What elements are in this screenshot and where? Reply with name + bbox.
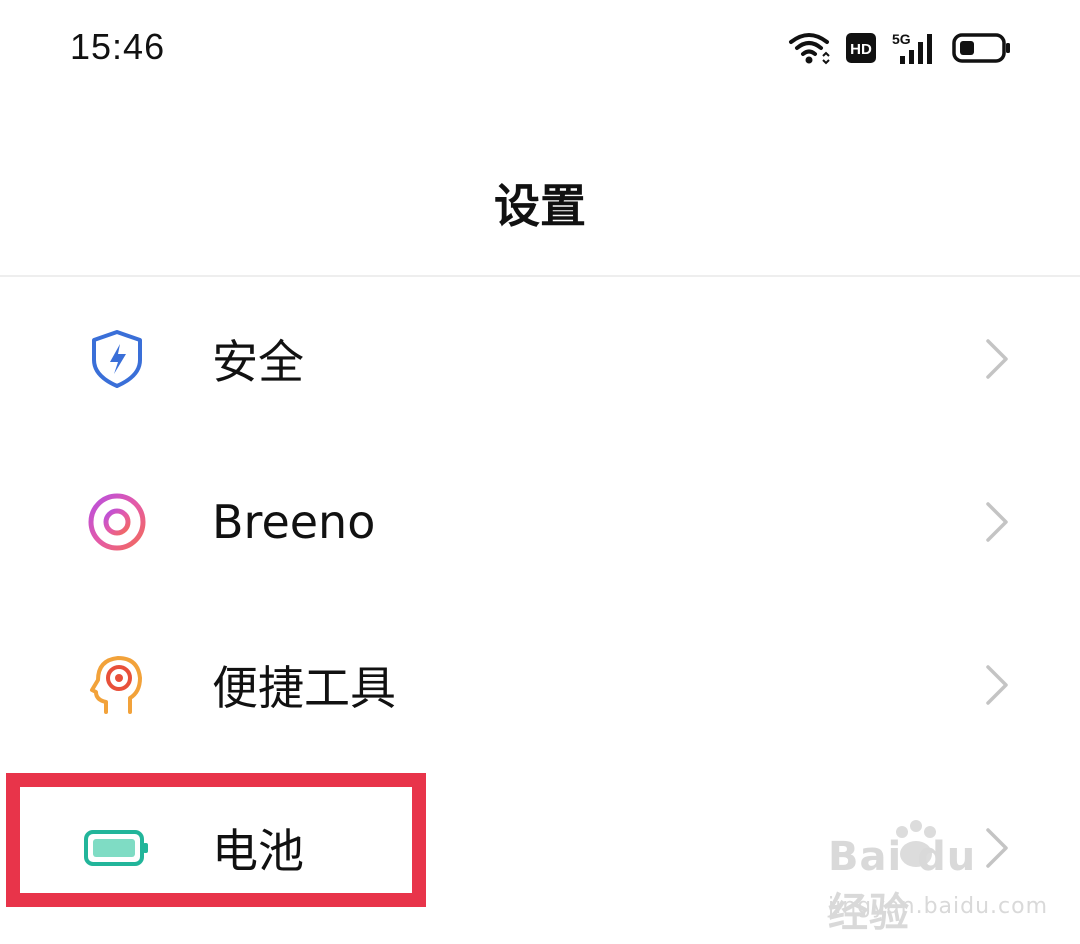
settings-item-label: Breeno [212, 494, 376, 549]
battery-icon [84, 815, 150, 881]
signal-5g-icon: 5G [892, 30, 936, 66]
status-icons: HD 5G [788, 28, 1012, 68]
hd-icon: HD [846, 33, 876, 63]
settings-item-breeno[interactable]: Breeno [0, 440, 1080, 603]
settings-item-label: 安全 [212, 334, 304, 389]
shield-lightning-icon [84, 326, 150, 392]
settings-screen: 15:46 HD 5G 设置 安全 Breeno 便捷工具 电池 Bai du … [0, 0, 1080, 944]
settings-item-convenience-tools[interactable]: 便捷工具 [0, 603, 1080, 766]
settings-item-label: 电池 [212, 823, 304, 878]
chevron-right-icon [984, 337, 1010, 381]
hd-label: HD [850, 41, 872, 58]
network-label: 5G [892, 31, 911, 47]
settings-item-label: 便捷工具 [212, 660, 396, 715]
chevron-right-icon [984, 826, 1010, 870]
chevron-right-icon [984, 663, 1010, 707]
settings-item-battery[interactable]: 电池 [0, 766, 1080, 929]
status-bar: 15:46 HD 5G [0, 0, 1080, 96]
head-target-icon [84, 652, 150, 718]
wifi-icon [788, 30, 830, 66]
settings-item-security[interactable]: 安全 [0, 277, 1080, 440]
battery-status-icon [952, 32, 1012, 64]
status-time: 15:46 [70, 26, 166, 67]
breeno-ring-icon [84, 489, 150, 555]
page-title: 设置 [494, 179, 586, 233]
chevron-right-icon [984, 500, 1010, 544]
